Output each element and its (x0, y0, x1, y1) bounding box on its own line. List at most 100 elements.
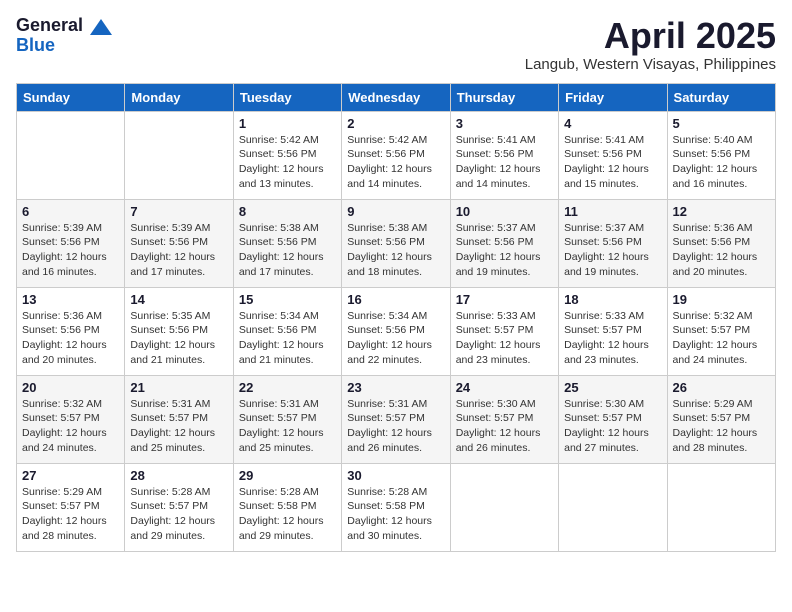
day-detail: Sunrise: 5:32 AM Sunset: 5:57 PM Dayligh… (673, 309, 770, 368)
day-detail: Sunrise: 5:28 AM Sunset: 5:58 PM Dayligh… (347, 485, 444, 544)
day-detail: Sunrise: 5:30 AM Sunset: 5:57 PM Dayligh… (456, 397, 553, 456)
day-number: 26 (673, 380, 770, 395)
day-detail: Sunrise: 5:42 AM Sunset: 5:56 PM Dayligh… (347, 133, 444, 192)
day-detail: Sunrise: 5:32 AM Sunset: 5:57 PM Dayligh… (22, 397, 119, 456)
day-number: 15 (239, 292, 336, 307)
calendar-cell: 16 Sunrise: 5:34 AM Sunset: 5:56 PM Dayli… (342, 287, 450, 375)
calendar-cell: 19 Sunrise: 5:32 AM Sunset: 5:57 PM Dayli… (667, 287, 775, 375)
title-block: April 2025 Langub, Western Visayas, Phil… (525, 16, 776, 73)
header: General Blue April 2025 Langub, Western … (16, 16, 776, 73)
day-number: 19 (673, 292, 770, 307)
day-detail: Sunrise: 5:39 AM Sunset: 5:56 PM Dayligh… (130, 221, 227, 280)
day-detail: Sunrise: 5:31 AM Sunset: 5:57 PM Dayligh… (239, 397, 336, 456)
day-number: 23 (347, 380, 444, 395)
day-detail: Sunrise: 5:30 AM Sunset: 5:57 PM Dayligh… (564, 397, 661, 456)
day-detail: Sunrise: 5:40 AM Sunset: 5:56 PM Dayligh… (673, 133, 770, 192)
logo-icon (90, 19, 112, 35)
day-detail: Sunrise: 5:41 AM Sunset: 5:56 PM Dayligh… (456, 133, 553, 192)
weekday-header-monday: Monday (125, 83, 233, 111)
day-number: 21 (130, 380, 227, 395)
day-detail: Sunrise: 5:29 AM Sunset: 5:57 PM Dayligh… (673, 397, 770, 456)
day-number: 4 (564, 116, 661, 131)
calendar-cell: 6 Sunrise: 5:39 AM Sunset: 5:56 PM Daylig… (17, 199, 125, 287)
day-number: 14 (130, 292, 227, 307)
logo: General Blue (16, 16, 112, 54)
day-detail: Sunrise: 5:37 AM Sunset: 5:56 PM Dayligh… (456, 221, 553, 280)
day-number: 2 (347, 116, 444, 131)
calendar-cell: 1 Sunrise: 5:42 AM Sunset: 5:56 PM Daylig… (233, 111, 341, 199)
day-number: 9 (347, 204, 444, 219)
day-detail: Sunrise: 5:36 AM Sunset: 5:56 PM Dayligh… (22, 309, 119, 368)
week-row-2: 6 Sunrise: 5:39 AM Sunset: 5:56 PM Daylig… (17, 199, 776, 287)
day-detail: Sunrise: 5:28 AM Sunset: 5:58 PM Dayligh… (239, 485, 336, 544)
day-number: 16 (347, 292, 444, 307)
calendar-cell: 8Sunrise: 5:38 AM Sunset: 5:56 PM Daylig… (233, 199, 341, 287)
weekday-header-friday: Friday (559, 83, 667, 111)
day-detail: Sunrise: 5:34 AM Sunset: 5:56 PM Dayligh… (239, 309, 336, 368)
day-number: 3 (456, 116, 553, 131)
calendar-cell: 9Sunrise: 5:38 AM Sunset: 5:56 PM Daylig… (342, 199, 450, 287)
day-detail: Sunrise: 5:41 AM Sunset: 5:56 PM Dayligh… (564, 133, 661, 192)
day-detail: Sunrise: 5:37 AM Sunset: 5:56 PM Dayligh… (564, 221, 661, 280)
calendar-cell: 28 Sunrise: 5:28 AM Sunset: 5:57 PM Dayli… (125, 463, 233, 551)
calendar-cell: 7 Sunrise: 5:39 AM Sunset: 5:56 PM Daylig… (125, 199, 233, 287)
day-number: 13 (22, 292, 119, 307)
week-row-5: 27 Sunrise: 5:29 AM Sunset: 5:57 PM Dayli… (17, 463, 776, 551)
week-row-3: 13 Sunrise: 5:36 AM Sunset: 5:56 PM Dayli… (17, 287, 776, 375)
calendar-cell: 10Sunrise: 5:37 AM Sunset: 5:56 PM Dayli… (450, 199, 558, 287)
day-number: 5 (673, 116, 770, 131)
day-number: 11 (564, 204, 661, 219)
day-detail: Sunrise: 5:38 AM Sunset: 5:56 PM Dayligh… (239, 221, 336, 280)
calendar-cell: 29Sunrise: 5:28 AM Sunset: 5:58 PM Dayli… (233, 463, 341, 551)
day-number: 30 (347, 468, 444, 483)
calendar-cell: 2 Sunrise: 5:42 AM Sunset: 5:56 PM Daylig… (342, 111, 450, 199)
calendar-cell: 27 Sunrise: 5:29 AM Sunset: 5:57 PM Dayli… (17, 463, 125, 551)
day-number: 17 (456, 292, 553, 307)
day-detail: Sunrise: 5:31 AM Sunset: 5:57 PM Dayligh… (130, 397, 227, 456)
day-detail: Sunrise: 5:34 AM Sunset: 5:56 PM Dayligh… (347, 309, 444, 368)
calendar-cell (667, 463, 775, 551)
weekday-header-saturday: Saturday (667, 83, 775, 111)
day-number: 6 (22, 204, 119, 219)
day-number: 27 (22, 468, 119, 483)
day-number: 7 (130, 204, 227, 219)
calendar-subtitle: Langub, Western Visayas, Philippines (525, 56, 776, 73)
calendar-cell: 4 Sunrise: 5:41 AM Sunset: 5:56 PM Daylig… (559, 111, 667, 199)
day-detail: Sunrise: 5:29 AM Sunset: 5:57 PM Dayligh… (22, 485, 119, 544)
calendar-cell: 12Sunrise: 5:36 AM Sunset: 5:56 PM Dayli… (667, 199, 775, 287)
calendar-table: SundayMondayTuesdayWednesdayThursdayFrid… (16, 83, 776, 552)
weekday-header-tuesday: Tuesday (233, 83, 341, 111)
day-detail: Sunrise: 5:28 AM Sunset: 5:57 PM Dayligh… (130, 485, 227, 544)
calendar-cell: 22 Sunrise: 5:31 AM Sunset: 5:57 PM Dayli… (233, 375, 341, 463)
calendar-cell (17, 111, 125, 199)
day-number: 1 (239, 116, 336, 131)
day-detail: Sunrise: 5:33 AM Sunset: 5:57 PM Dayligh… (564, 309, 661, 368)
day-detail: Sunrise: 5:42 AM Sunset: 5:56 PM Dayligh… (239, 133, 336, 192)
logo-general: General (16, 15, 83, 35)
calendar-cell: 3 Sunrise: 5:41 AM Sunset: 5:56 PM Daylig… (450, 111, 558, 199)
calendar-cell: 20 Sunrise: 5:32 AM Sunset: 5:57 PM Dayli… (17, 375, 125, 463)
day-detail: Sunrise: 5:36 AM Sunset: 5:56 PM Dayligh… (673, 221, 770, 280)
calendar-cell (125, 111, 233, 199)
calendar-cell (559, 463, 667, 551)
day-detail: Sunrise: 5:35 AM Sunset: 5:56 PM Dayligh… (130, 309, 227, 368)
calendar-title: April 2025 (525, 16, 776, 56)
day-detail: Sunrise: 5:39 AM Sunset: 5:56 PM Dayligh… (22, 221, 119, 280)
day-number: 24 (456, 380, 553, 395)
week-row-1: 1 Sunrise: 5:42 AM Sunset: 5:56 PM Daylig… (17, 111, 776, 199)
week-row-4: 20 Sunrise: 5:32 AM Sunset: 5:57 PM Dayli… (17, 375, 776, 463)
day-detail: Sunrise: 5:31 AM Sunset: 5:57 PM Dayligh… (347, 397, 444, 456)
weekday-header-wednesday: Wednesday (342, 83, 450, 111)
weekday-header-thursday: Thursday (450, 83, 558, 111)
day-detail: Sunrise: 5:33 AM Sunset: 5:57 PM Dayligh… (456, 309, 553, 368)
day-number: 28 (130, 468, 227, 483)
day-number: 25 (564, 380, 661, 395)
calendar-cell: 24 Sunrise: 5:30 AM Sunset: 5:57 PM Dayli… (450, 375, 558, 463)
calendar-cell: 30 Sunrise: 5:28 AM Sunset: 5:58 PM Dayli… (342, 463, 450, 551)
calendar-cell: 25 Sunrise: 5:30 AM Sunset: 5:57 PM Dayli… (559, 375, 667, 463)
calendar-cell: 11 Sunrise: 5:37 AM Sunset: 5:56 PM Dayli… (559, 199, 667, 287)
calendar-cell: 14 Sunrise: 5:35 AM Sunset: 5:56 PM Dayli… (125, 287, 233, 375)
day-number: 22 (239, 380, 336, 395)
calendar-cell: 5 Sunrise: 5:40 AM Sunset: 5:56 PM Daylig… (667, 111, 775, 199)
day-number: 20 (22, 380, 119, 395)
